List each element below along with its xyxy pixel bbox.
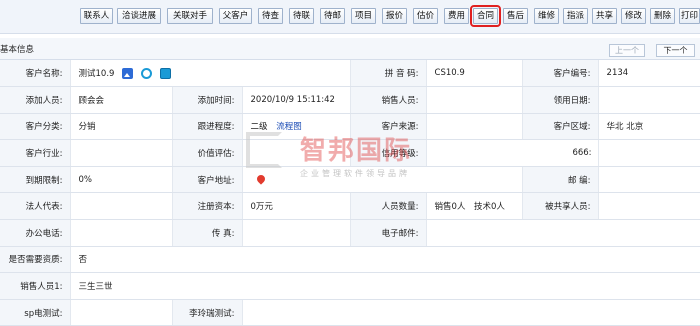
row-added: 添加人员: 顾会会 添加时间: 2020/10/9 15:11:42 销售人员:… — [0, 86, 700, 114]
email-label: 电子邮件: — [350, 219, 427, 247]
map-pin-icon[interactable] — [254, 173, 267, 185]
customer-no-label: 客户编号: — [522, 60, 599, 88]
industry-label: 客户行业: — [0, 139, 71, 167]
credit-value: 666: — [426, 139, 599, 167]
image-icon[interactable] — [122, 68, 134, 80]
claim-date-value — [598, 86, 700, 114]
toolbar: 联系人 洽谈进展 关联对手 父客户 待查 待联 待邮 项目 报价 估价 费用 合… — [0, 0, 700, 34]
sales-value — [426, 86, 523, 114]
value-eval-value — [242, 139, 351, 167]
follow-label: 跟进程度: — [172, 113, 243, 141]
assign-button[interactable]: 指派 — [563, 8, 588, 24]
web-icon[interactable] — [159, 68, 171, 80]
email-value — [426, 219, 700, 247]
sales1-label: 销售人员1: — [0, 272, 71, 300]
row-customer-name: 客户名称: 测试10.9 拼 音 码: CS10.9 客户编号: 2134 — [0, 60, 700, 88]
prev-record-button[interactable]: 上一个 — [609, 44, 645, 57]
row-industry: 客户行业: 价值评估: 信用等级: 666: — [0, 139, 700, 167]
capital-label: 注册资本: — [172, 192, 243, 221]
source-value — [426, 113, 523, 141]
row-qualification: 是否需要资质: 否 — [0, 246, 700, 274]
lee-value — [242, 299, 700, 326]
added-time-label: 添加时间: — [172, 86, 243, 114]
estimate-button[interactable]: 估价 — [413, 8, 438, 24]
browser-icon[interactable] — [140, 68, 152, 80]
fax-value — [242, 219, 351, 247]
added-by-value: 顾会会 — [70, 86, 173, 114]
staff-label: 人员数量: — [350, 192, 427, 221]
category-label: 客户分类: — [0, 113, 71, 141]
added-by-label: 添加人员: — [0, 86, 71, 114]
expire-label: 到期限制: — [0, 166, 71, 194]
customer-no-value: 2134 — [598, 60, 700, 88]
pinyin-label: 拼 音 码: — [350, 60, 427, 88]
parent-customer-button[interactable]: 父客户 — [219, 8, 252, 24]
follow-cell: 二级 流程图 — [242, 113, 351, 141]
legal-rep-label: 法人代表: — [0, 192, 71, 221]
region-value: 华北 北京 — [598, 113, 700, 141]
project-button[interactable]: 项目 — [351, 8, 376, 24]
sp-label: sp电测试: — [0, 299, 71, 326]
negotiation-progress-button[interactable]: 洽谈进展 — [117, 8, 161, 24]
customer-info-grid: 客户名称: 测试10.9 拼 音 码: CS10.9 客户编号: 2134 添加… — [0, 60, 700, 326]
fax-label: 传 真: — [172, 219, 243, 247]
need-qual-value: 否 — [70, 246, 700, 274]
need-qual-label: 是否需要资质: — [0, 246, 71, 274]
lee-label: 李玲瑞测试: — [172, 299, 243, 326]
postcode-label: 邮 编: — [522, 166, 599, 194]
credit-spacer — [598, 139, 700, 167]
shared-label: 被共享人员: — [522, 192, 599, 221]
category-value: 分销 — [70, 113, 173, 141]
row-sp: sp电测试: 李玲瑞测试: — [0, 299, 700, 326]
sales1-value: 三生三世 — [70, 272, 700, 300]
sales-label: 销售人员: — [350, 86, 427, 114]
contacts-button[interactable]: 联系人 — [80, 8, 113, 24]
after-sales-button[interactable]: 售后 — [503, 8, 528, 24]
follow-level: 二级 — [250, 122, 268, 133]
address-cell — [242, 166, 523, 194]
pending-mail-button[interactable]: 待邮 — [320, 8, 345, 24]
capital-value: 0万元 — [242, 192, 351, 221]
address-label: 客户地址: — [172, 166, 243, 194]
row-sales1: 销售人员1: 三生三世 — [0, 272, 700, 300]
repair-button[interactable]: 维修 — [534, 8, 559, 24]
industry-value — [70, 139, 173, 167]
pending-check-button[interactable]: 待查 — [258, 8, 283, 24]
customer-name-label: 客户名称: — [0, 60, 71, 88]
print-button[interactable]: 打印 — [679, 8, 700, 24]
legal-rep-value — [70, 192, 173, 221]
office-phone-label: 办公电话: — [0, 219, 71, 247]
expense-button[interactable]: 费用 — [444, 8, 469, 24]
credit-label: 信用等级: — [350, 139, 427, 167]
row-phone: 办公电话: 传 真: 电子邮件: — [0, 219, 700, 247]
source-label: 客户来源: — [350, 113, 427, 141]
customer-name-value: 测试10.9 — [78, 69, 115, 80]
row-legal: 法人代表: 注册资本: 0万元 人员数量: 销售0人 技术0人 被共享人员: — [0, 192, 700, 221]
edit-button[interactable]: 修改 — [621, 8, 646, 24]
section-header: 基本信息 上一个 下一个 — [0, 38, 700, 60]
added-time-value: 2020/10/9 15:11:42 — [242, 86, 351, 114]
share-button[interactable]: 共享 — [592, 8, 617, 24]
row-category: 客户分类: 分销 跟进程度: 二级 流程图 客户来源: 客户区域: 华北 北京 — [0, 113, 700, 141]
claim-date-label: 领用日期: — [522, 86, 599, 114]
flowchart-link[interactable]: 流程图 — [276, 122, 302, 132]
value-eval-label: 价值评估: — [172, 139, 243, 167]
quote-button[interactable]: 报价 — [382, 8, 407, 24]
staff-value: 销售0人 技术0人 — [426, 192, 523, 221]
related-competitor-button[interactable]: 关联对手 — [167, 8, 213, 24]
section-title: 基本信息 — [0, 45, 35, 55]
sp-value — [70, 299, 173, 326]
region-label: 客户区域: — [522, 113, 599, 141]
pinyin-value: CS10.9 — [426, 60, 523, 88]
postcode-value — [598, 166, 700, 194]
pending-contact-button[interactable]: 待联 — [289, 8, 314, 24]
customer-name-cell: 测试10.9 — [70, 60, 351, 88]
next-record-button[interactable]: 下一个 — [656, 44, 695, 57]
row-expire: 到期限制: 0% 客户地址: 邮 编: — [0, 166, 700, 194]
contract-button[interactable]: 合同 — [470, 5, 501, 27]
delete-button[interactable]: 删除 — [650, 8, 675, 24]
expire-value: 0% — [70, 166, 173, 194]
office-phone-value — [70, 219, 173, 247]
shared-value — [598, 192, 700, 221]
